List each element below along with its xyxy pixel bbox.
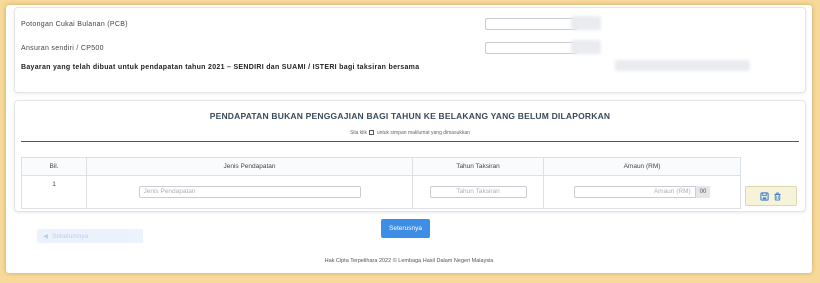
amaun-suffix: 00 bbox=[695, 186, 711, 198]
row-jenis-cell: Jenis Pendapatan bbox=[86, 175, 413, 209]
table-header-row: Bil. Jenis Pendapatan Tahun Taksiran Ama… bbox=[21, 157, 741, 176]
amaun-group: Amaun (RM) 00 bbox=[573, 186, 711, 198]
instruction-after: untuk simpan maklumat yang dimasukkan bbox=[376, 130, 470, 136]
row-bil: 1 bbox=[21, 175, 87, 209]
payment-note: Bayaran yang telah dibuat untuk pendapat… bbox=[21, 64, 420, 71]
save-mini-icon bbox=[369, 130, 375, 136]
table-row: 1 Jenis Pendapatan Tahun Taksiran Amaun … bbox=[21, 175, 741, 209]
pcb-label: Potongan Cukai Bulanan (PCB) bbox=[21, 21, 128, 28]
page-frame: Potongan Cukai Bulanan (PCB) Ansuran sen… bbox=[6, 5, 812, 273]
redacted-cp500-extra bbox=[571, 40, 601, 54]
instruction-before: Sila klik bbox=[350, 130, 368, 136]
cp500-label: Ansuran sendiri / CP500 bbox=[21, 45, 104, 52]
footer-copyright: Hak Cipta Terpelihara 2022 © Lembaga Has… bbox=[324, 258, 494, 264]
section-title: PENDAPATAN BUKAN PENGGAJIAN BAGI TAHUN K… bbox=[209, 111, 611, 121]
row-actions bbox=[745, 186, 797, 206]
payment-card: Potongan Cukai Bulanan (PCB) Ansuran sen… bbox=[14, 7, 806, 93]
income-table: Bil. Jenis Pendapatan Tahun Taksiran Ama… bbox=[21, 157, 741, 209]
col-bil: Bil. bbox=[21, 157, 87, 176]
redacted-pcb-extra bbox=[571, 16, 601, 30]
jenis-pendapatan-input[interactable]: Jenis Pendapatan bbox=[138, 186, 361, 198]
trash-icon[interactable] bbox=[773, 192, 782, 201]
row-tahun-cell: Tahun Taksiran bbox=[412, 175, 544, 209]
col-tahun: Tahun Taksiran bbox=[412, 157, 544, 176]
row-amaun-cell: Amaun (RM) 00 bbox=[543, 175, 741, 209]
back-button[interactable]: ◀ Sebelumnya bbox=[37, 229, 143, 243]
save-instruction: Sila klik untuk simpan maklumat yang dim… bbox=[15, 130, 805, 136]
tahun-taksiran-input[interactable]: Tahun Taksiran bbox=[429, 186, 527, 198]
next-button[interactable]: Seterusnya bbox=[381, 219, 430, 238]
divider bbox=[21, 141, 799, 142]
income-card: PENDAPATAN BUKAN PENGGAJIAN BAGI TAHUN K… bbox=[14, 100, 806, 212]
col-jenis: Jenis Pendapatan bbox=[86, 157, 413, 176]
amaun-input[interactable]: Amaun (RM) bbox=[573, 186, 696, 198]
pcb-input[interactable] bbox=[485, 18, 577, 30]
redacted-total bbox=[615, 60, 750, 71]
back-label: Sebelumnya bbox=[52, 232, 89, 240]
save-icon[interactable] bbox=[760, 191, 769, 201]
col-amaun: Amaun (RM) bbox=[543, 157, 741, 176]
back-arrow-icon: ◀ bbox=[43, 233, 48, 240]
cp500-input[interactable] bbox=[485, 42, 577, 54]
